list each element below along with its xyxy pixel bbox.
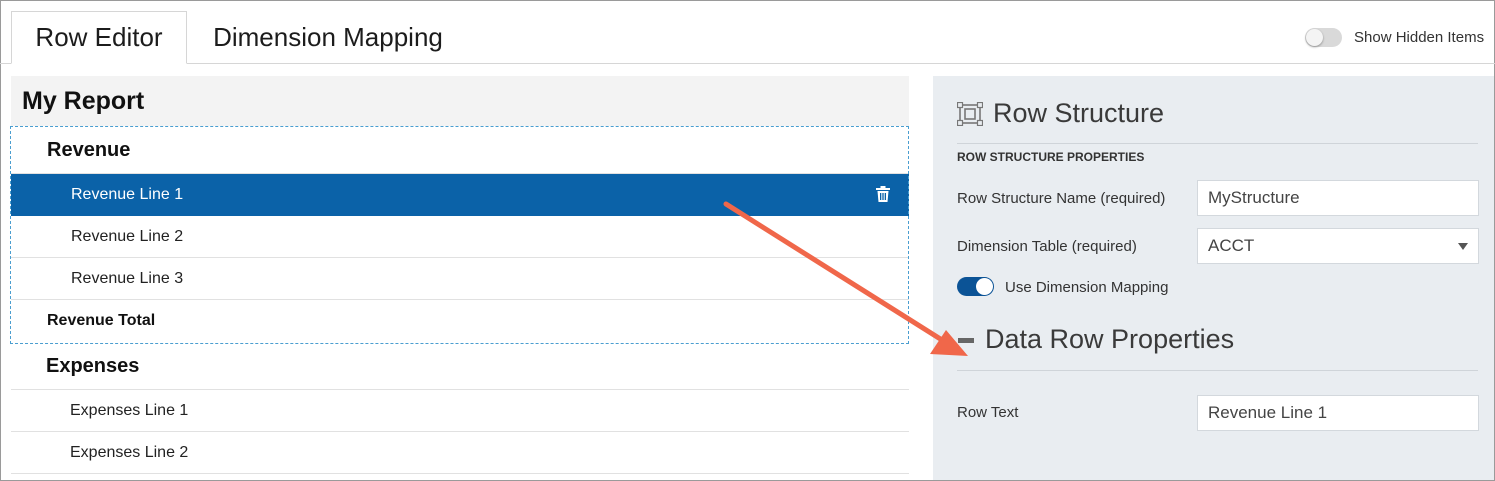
show-hidden-items-label: Show Hidden Items <box>1354 29 1485 46</box>
use-dimension-mapping-toggle[interactable] <box>957 277 994 296</box>
section-divider <box>957 370 1478 371</box>
caret-down-icon <box>1458 243 1468 250</box>
report-title: My Report <box>22 87 145 115</box>
tab-row-editor[interactable]: Row Editor <box>11 11 187 64</box>
collapse-minus-icon[interactable] <box>958 338 974 343</box>
data-row-properties-title: Data Row Properties <box>985 324 1235 354</box>
row-structure-title: Row Structure <box>993 98 1165 128</box>
tab-dimension-mapping[interactable]: Dimension Mapping <box>200 11 456 64</box>
section-divider <box>957 143 1478 144</box>
row-label: Expenses Line 2 <box>70 443 189 461</box>
row-label: Expenses <box>46 355 140 377</box>
revenue-group-outline <box>10 126 909 344</box>
show-hidden-items-toggle[interactable] <box>1305 28 1342 47</box>
toggle-knob <box>1306 29 1323 46</box>
row-structure-name-input[interactable]: MyStructure <box>1197 180 1479 216</box>
row-structure-icon <box>957 102 983 126</box>
select-value: ACCT <box>1208 236 1255 255</box>
row-text-input[interactable]: Revenue Line 1 <box>1197 395 1479 431</box>
input-value: Revenue Line 1 <box>1208 403 1328 422</box>
toggle-knob <box>976 278 993 295</box>
row-structure-properties-caption: ROW STRUCTURE PROPERTIES <box>957 150 1145 164</box>
report-header: My Report <box>11 76 909 126</box>
dimension-table-label: Dimension Table (required) <box>957 238 1137 255</box>
dimension-table-select[interactable]: ACCT <box>1197 228 1479 264</box>
input-value: MyStructure <box>1208 188 1300 207</box>
row-item[interactable]: Expenses Line 2 <box>11 432 909 474</box>
properties-panel: Row Structure ROW STRUCTURE PROPERTIES R… <box>933 76 1494 480</box>
row-text-label: Row Text <box>957 404 1019 421</box>
row-group-header[interactable]: Expenses <box>11 344 909 390</box>
report-editor-pane: My Report Revenue Revenue Line 1 Revenue… <box>10 76 909 481</box>
use-dimension-mapping-label: Use Dimension Mapping <box>1005 279 1169 296</box>
tab-bar: Row Editor Dimension Mapping Show Hidden… <box>0 0 1495 64</box>
row-label: Expenses Line 1 <box>70 401 189 419</box>
row-item[interactable]: Expenses Line 1 <box>11 390 909 432</box>
row-structure-name-label: Row Structure Name (required) <box>957 190 1166 207</box>
